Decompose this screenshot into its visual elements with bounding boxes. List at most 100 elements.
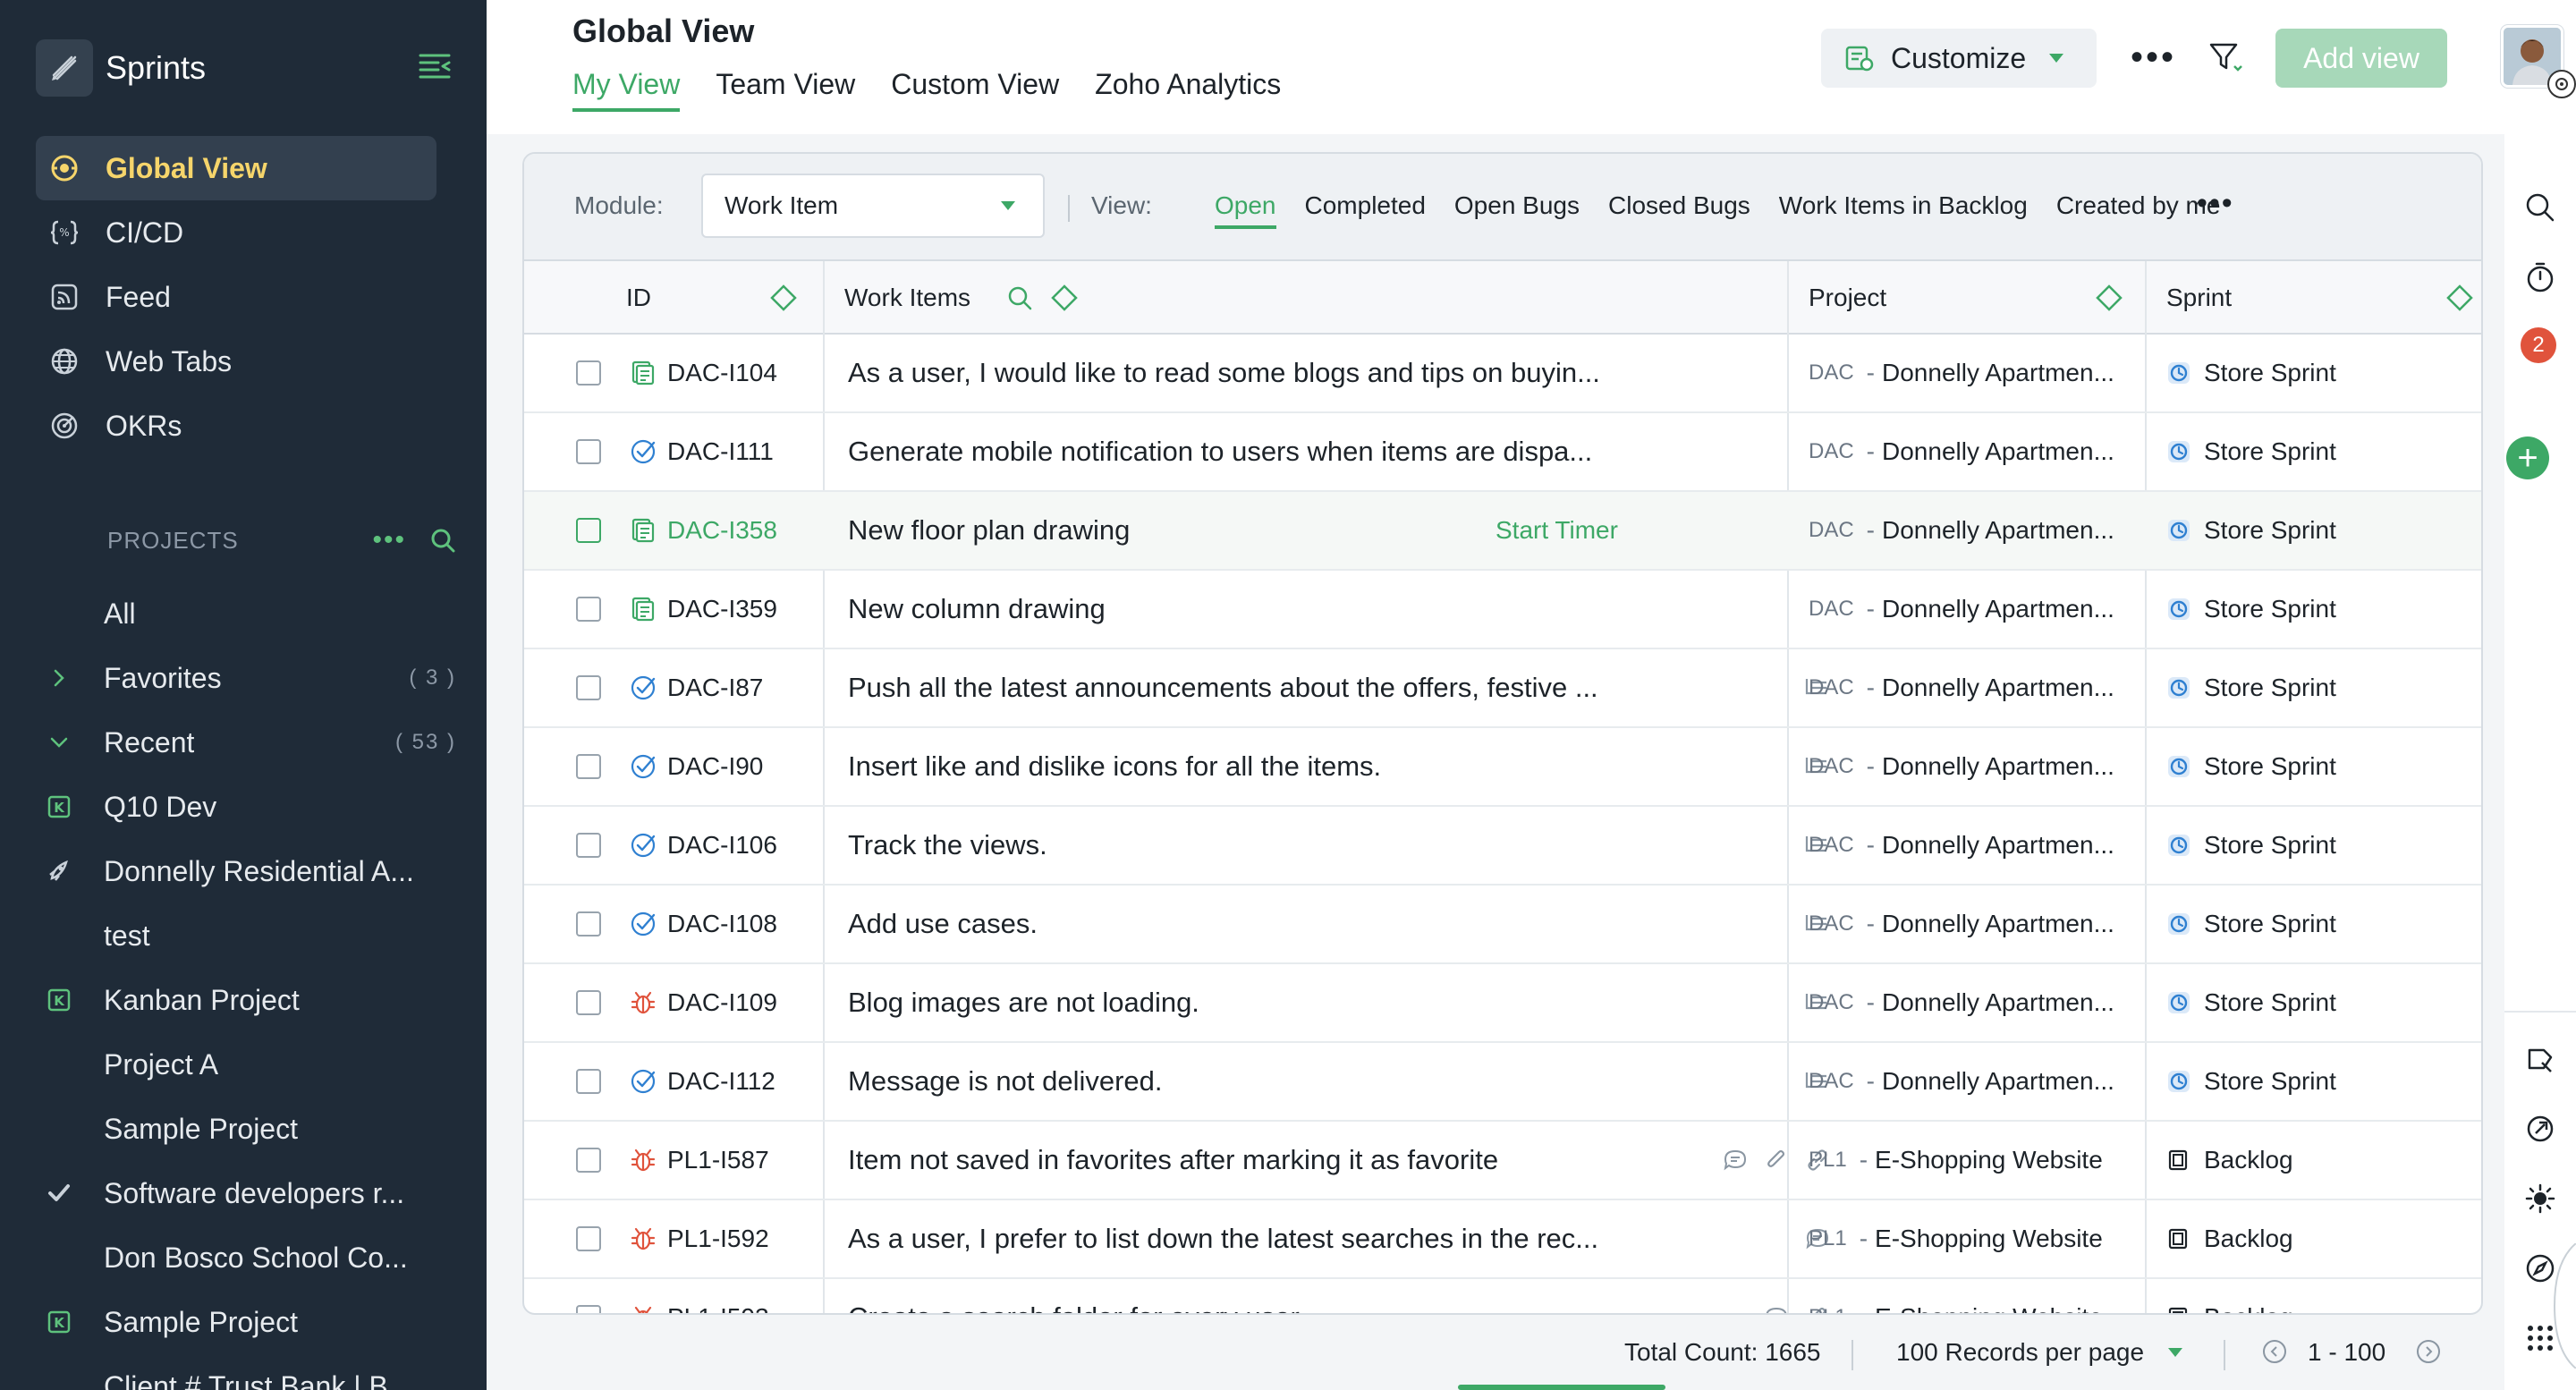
sprint-cell[interactable]: Store Sprint	[2166, 728, 2336, 805]
work-item-title[interactable]: Track the views.	[848, 807, 1599, 884]
chevron-right-icon[interactable]	[36, 667, 82, 689]
settings-gear-icon[interactable]	[2547, 70, 2576, 98]
sprint-cell[interactable]: Store Sprint	[2166, 335, 2336, 411]
module-select[interactable]: Work Item	[701, 174, 1045, 238]
row-checkbox[interactable]	[576, 518, 601, 543]
view-completed[interactable]: Completed	[1305, 191, 1426, 229]
sort-id-icon[interactable]	[769, 261, 798, 335]
project-cell[interactable]: DAC - Donnelly Apartmen...	[1809, 492, 2131, 569]
brand[interactable]: Sprints	[36, 39, 206, 97]
row-checkbox[interactable]	[576, 1226, 601, 1251]
sprint-cell[interactable]: Store Sprint	[2166, 571, 2336, 648]
sort-sprint-icon[interactable]	[2445, 261, 2474, 335]
sort-work-items-icon[interactable]	[1050, 261, 1079, 335]
nav-feed[interactable]: Feed	[36, 265, 436, 329]
nav-cicd[interactable]: % CI/CD	[36, 200, 436, 265]
sprint-cell[interactable]: Store Sprint	[2166, 1043, 2336, 1120]
row-checkbox[interactable]	[576, 439, 601, 464]
project-cell[interactable]: DAC - Donnelly Apartmen...	[1809, 886, 2131, 962]
nav-web-tabs[interactable]: Web Tabs	[36, 329, 436, 394]
work-item-id[interactable]: PL1-I592	[630, 1200, 769, 1277]
filter-icon[interactable]	[2207, 39, 2245, 75]
table-row[interactable]: DAC-I87 Push all the latest announcements…	[524, 649, 2481, 728]
work-item-id[interactable]: DAC-I90	[630, 728, 763, 805]
start-timer-button[interactable]: Start Timer	[1496, 492, 1618, 569]
column-work-items[interactable]: Work Items	[844, 261, 970, 335]
table-row[interactable]: DAC-I108 Add use cases. DAC - Donnelly Apart…	[524, 886, 2481, 964]
row-checkbox[interactable]	[576, 675, 601, 700]
work-item-id[interactable]: PL1-I593	[630, 1279, 769, 1313]
feedback-icon[interactable]	[2522, 1041, 2558, 1077]
collapse-sidebar-icon[interactable]	[417, 50, 456, 86]
column-id[interactable]: ID	[626, 261, 651, 335]
sprint-cell[interactable]: Store Sprint	[2166, 413, 2336, 490]
project-cell[interactable]: DAC - Donnelly Apartmen...	[1809, 728, 2131, 805]
comment-icon[interactable]	[1764, 1305, 1789, 1313]
project-item[interactable]: K Kanban Project	[36, 968, 456, 1032]
sprint-cell[interactable]: Backlog	[2166, 1279, 2293, 1313]
project-cell[interactable]: DAC - Donnelly Apartmen...	[1809, 964, 2131, 1041]
work-item-title[interactable]: Generate mobile notification to users wh…	[848, 413, 1599, 490]
project-cell[interactable]: DAC - Donnelly Apartmen...	[1809, 335, 2131, 411]
sprint-cell[interactable]: Store Sprint	[2166, 649, 2336, 726]
table-row[interactable]: PL1-I593 Create a search folder for every…	[524, 1279, 2481, 1313]
project-item[interactable]: test	[36, 903, 456, 968]
table-row[interactable]: DAC-I104 As a user, I would like to read …	[524, 335, 2481, 413]
work-item-title[interactable]: New floor plan drawing	[848, 492, 1599, 569]
comment-icon[interactable]	[1723, 1148, 1748, 1173]
project-cell[interactable]: PL1-E-Shopping Website	[1809, 1279, 2131, 1313]
view-created-by-me[interactable]: Created by me	[2056, 191, 2221, 229]
project-cell[interactable]: DAC - Donnelly Apartmen...	[1809, 649, 2131, 726]
work-item-id[interactable]: DAC-I87	[630, 649, 763, 726]
project-item[interactable]: K Sample Project	[36, 1290, 456, 1354]
view-open-bugs[interactable]: Open Bugs	[1454, 191, 1580, 229]
tab-zoho-analytics[interactable]: Zoho Analytics	[1095, 68, 1281, 112]
view-work-items-backlog[interactable]: Work Items in Backlog	[1779, 191, 2028, 229]
row-checkbox[interactable]	[576, 754, 601, 779]
work-item-title[interactable]: Create a search folder for every user	[848, 1279, 1599, 1313]
row-checkbox[interactable]	[576, 911, 601, 937]
sprint-cell[interactable]: Store Sprint	[2166, 886, 2336, 962]
more-views-icon[interactable]: •••	[2197, 188, 2234, 218]
work-item-title[interactable]: Insert like and dislike icons for all th…	[848, 728, 1599, 805]
table-row[interactable]: DAC-I106 Track the views. DAC - Donnelly Apa…	[524, 807, 2481, 886]
work-item-title[interactable]: As a user, I would like to read some blo…	[848, 335, 1599, 411]
sprint-cell[interactable]: Store Sprint	[2166, 492, 2336, 569]
sprint-cell[interactable]: Backlog	[2166, 1200, 2293, 1277]
project-item[interactable]: Software developers r...	[36, 1161, 456, 1225]
work-item-id[interactable]: DAC-I104	[630, 335, 777, 411]
timer-icon[interactable]	[2522, 259, 2558, 295]
link-icon[interactable]	[2522, 1111, 2558, 1147]
tab-custom-view[interactable]: Custom View	[891, 68, 1059, 112]
theme-sun-icon[interactable]	[2522, 1181, 2558, 1216]
records-per-page-select[interactable]: 100 Records per page	[1896, 1338, 2183, 1367]
project-item[interactable]: Client # Trust Bank | B...	[36, 1354, 456, 1390]
project-cell[interactable]: PL1-E-Shopping Website	[1809, 1122, 2131, 1199]
sprint-cell[interactable]: Store Sprint	[2166, 964, 2336, 1041]
sprint-cell[interactable]: Backlog	[2166, 1122, 2293, 1199]
table-row[interactable]: DAC-I358 New floor plan drawing Start Time…	[524, 492, 2481, 571]
more-options-icon[interactable]: •••	[2131, 39, 2176, 75]
next-page-icon[interactable]	[2415, 1338, 2442, 1365]
work-item-title[interactable]: Add use cases.	[848, 886, 1599, 962]
projects-search-icon[interactable]	[429, 527, 456, 554]
project-cell[interactable]: DAC - Donnelly Apartmen...	[1809, 413, 2131, 490]
project-item[interactable]: Project A	[36, 1032, 456, 1097]
row-checkbox[interactable]	[576, 597, 601, 622]
project-cell[interactable]: DAC - Donnelly Apartmen...	[1809, 571, 2131, 648]
column-project[interactable]: Project	[1809, 261, 1886, 335]
project-item-recent[interactable]: Recent ( 53 )	[36, 710, 456, 775]
sort-project-icon[interactable]	[2095, 261, 2123, 335]
column-sprint[interactable]: Sprint	[2166, 261, 2232, 335]
chevron-down-icon[interactable]	[36, 733, 82, 751]
table-row[interactable]: DAC-I109 Blog images are not loading. DAC -…	[524, 964, 2481, 1043]
work-item-id[interactable]: PL1-I587	[630, 1122, 769, 1199]
project-item[interactable]: K Q10 Dev	[36, 775, 456, 839]
attachment-icon[interactable]	[1764, 1148, 1789, 1173]
row-checkbox[interactable]	[576, 360, 601, 386]
projects-more-icon[interactable]: •••	[372, 527, 406, 554]
work-item-title[interactable]: Blog images are not loading.	[848, 964, 1599, 1041]
row-checkbox[interactable]	[576, 1305, 601, 1313]
view-closed-bugs[interactable]: Closed Bugs	[1608, 191, 1750, 229]
work-item-id[interactable]: DAC-I108	[630, 886, 777, 962]
